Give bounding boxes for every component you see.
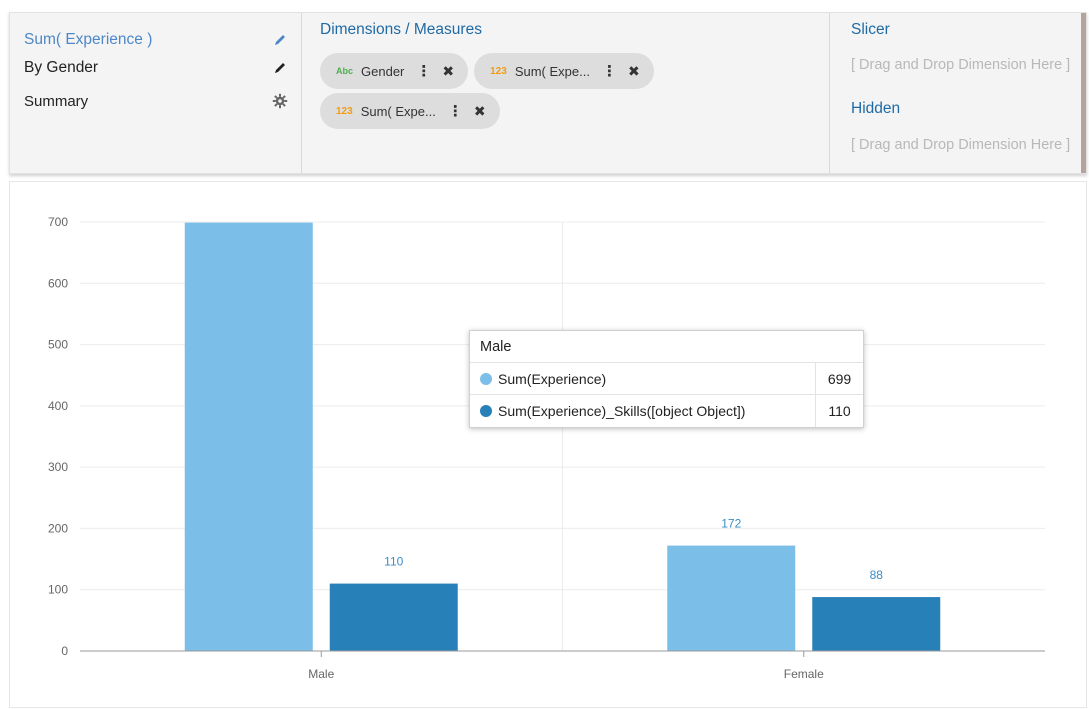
kebab-menu-icon[interactable]: ⋮ [416,62,431,80]
chart-title-row[interactable]: Sum( Experience ) [24,27,290,53]
dimensions-measures-title: Dimensions / Measures [320,21,482,38]
tooltip-series-cell: Sum(Experience)_Skills([object Object]) [470,395,816,427]
chart-title: Sum( Experience ) [24,31,153,48]
data-label: 88 [870,568,884,582]
slicer-title: Slicer [851,21,890,38]
pencil-icon[interactable] [270,30,290,50]
pill-label: Sum( Expe... [360,103,436,119]
pill-measure-1[interactable]: 123 Sum( Expe... ⋮ ✖ [474,53,654,89]
summary-row[interactable]: Summary [24,88,290,114]
chart-subtitle: By Gender [24,59,99,76]
tooltip-series-cell: Sum(Experience) [470,363,816,394]
kebab-menu-icon[interactable]: ⋮ [602,62,617,80]
kebab-menu-icon[interactable]: ⋮ [448,102,463,120]
hidden-title: Hidden [851,100,901,117]
tooltip-row: Sum(Experience)_Skills([object Object]) … [470,395,863,427]
pill-label: Gender [361,63,405,79]
tooltip-value: 110 [828,403,851,419]
bar[interactable] [667,545,796,651]
close-icon[interactable]: ✖ [442,63,454,80]
pill-list: Abc Gender ⋮ ✖ 123 Sum( Expe... ⋮ ✖ 123 … [320,53,820,129]
chart-subtitle-row[interactable]: By Gender [24,55,290,81]
tooltip-row: Sum(Experience) 699 [470,363,863,395]
bar[interactable] [812,597,941,651]
y-tick-label: 200 [48,521,68,535]
y-tick-label: 400 [48,399,68,413]
pencil-icon[interactable] [270,58,290,78]
y-tick-label: 0 [61,644,68,658]
series-dot-icon [480,372,492,385]
chart-tooltip: Male Sum(Experience) 699 Sum(Experience)… [469,330,864,428]
slicer-drop-zone[interactable]: [ Drag and Drop Dimension Here ] [851,56,1081,84]
hidden-drop-zone[interactable]: [ Drag and Drop Dimension Here ] [851,136,1081,164]
scrollbar[interactable] [1081,13,1086,173]
y-tick-label: 700 [48,215,68,229]
bar-chart: 0 100 200 300 400 500 600 700 110 Male 172 88 Female [48,215,1045,681]
close-icon[interactable]: ✖ [474,103,486,120]
text-type-icon: Abc [336,66,354,76]
x-tick-label: Male [308,667,334,681]
chart-panel: 0 100 200 300 400 500 600 700 110 Male 172 88 Female [9,181,1087,708]
tooltip-series-name: Sum(Experience)_Skills([object Object]) [498,403,746,419]
tooltip-title: Male [470,331,863,363]
pill-label: Sum( Expe... [514,63,590,79]
y-tick-label: 100 [48,583,68,597]
number-type-icon: 123 [336,105,353,117]
dimensions-measures-column: Dimensions / Measures Abc Gender ⋮ ✖ 123… [302,13,830,173]
tooltip-value: 699 [827,370,852,387]
pill-measure-2[interactable]: 123 Sum( Expe... ⋮ ✖ [320,93,500,129]
y-tick-label: 600 [48,276,68,290]
tooltip-series-name: Sum(Experience) [498,370,607,387]
series-dot-icon [480,405,492,417]
bar[interactable] [184,222,313,651]
number-type-icon: 123 [490,65,507,77]
x-tick-label: Female [784,667,824,681]
gear-icon[interactable] [270,91,290,111]
bar[interactable] [329,583,458,651]
pill-gender[interactable]: Abc Gender ⋮ ✖ [320,53,469,89]
close-icon[interactable]: ✖ [628,63,640,80]
data-label: 172 [721,517,741,531]
y-tick-label: 500 [48,338,68,352]
y-tick-label: 300 [48,460,68,474]
summary-label: Summary [24,92,89,110]
chart-config-panel: Sum( Experience ) By Gender Summary Dime… [9,12,1087,174]
titles-column: Sum( Experience ) By Gender Summary [10,13,302,173]
slicer-hidden-column: Slicer [ Drag and Drop Dimension Here ] … [830,13,1086,173]
app-root: Sum( Experience ) By Gender Summary Dime… [0,0,1089,710]
data-label: 110 [384,555,403,569]
